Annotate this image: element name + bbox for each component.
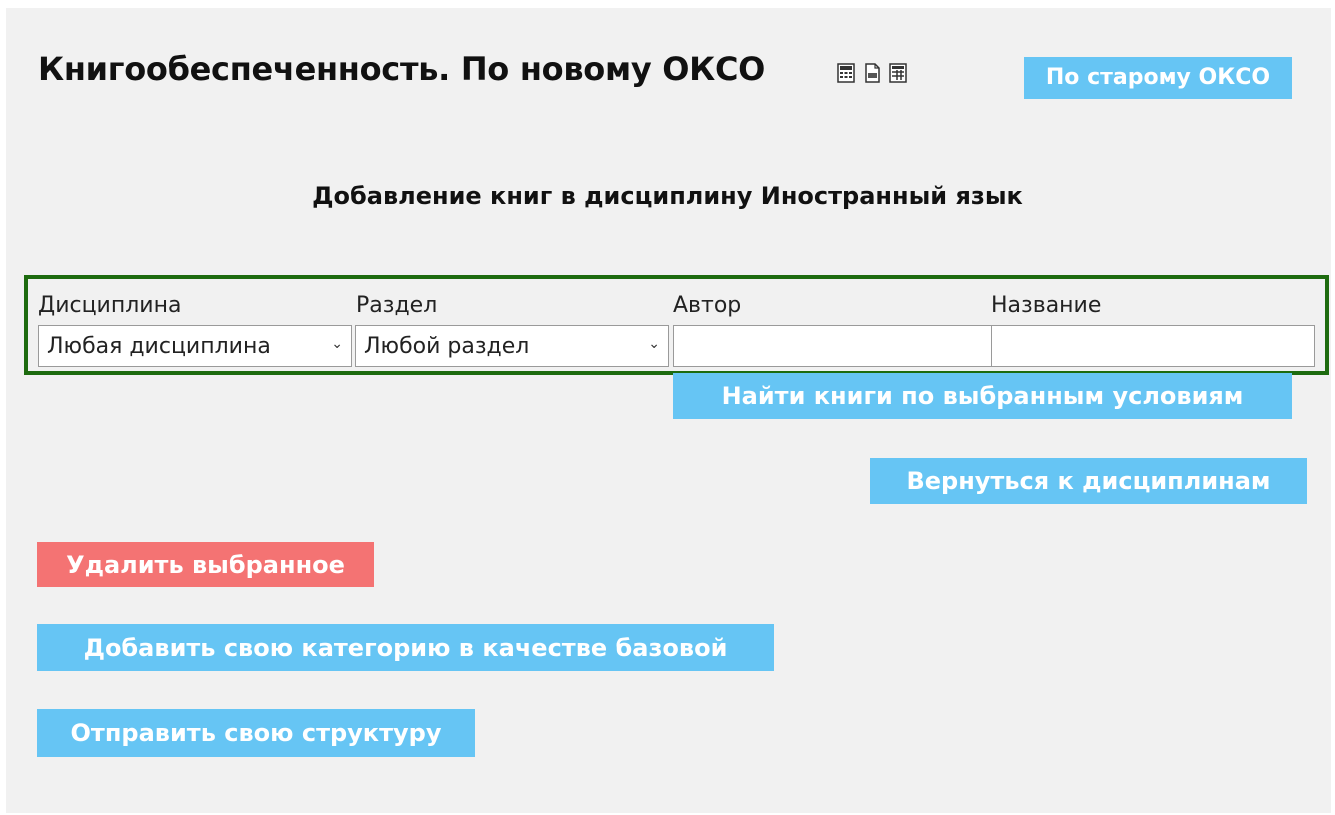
filter-form: Дисциплина Раздел Автор Название Любая д… — [24, 275, 1329, 375]
discipline-select-value: Любая дисциплина — [47, 333, 271, 359]
section-label: Раздел — [356, 293, 438, 318]
csv-file-icon[interactable] — [862, 62, 882, 84]
export-icons — [836, 62, 908, 84]
chevron-down-icon: ⌄ — [331, 336, 343, 352]
delete-selected-button[interactable]: Удалить выбранное — [37, 542, 374, 587]
find-books-button[interactable]: Найти книги по выбранным условиям — [673, 373, 1292, 419]
discipline-label: Дисциплина — [38, 293, 182, 318]
send-structure-button[interactable]: Отправить свою структуру — [37, 709, 475, 757]
section-select[interactable]: Любой раздел ⌄ — [355, 325, 669, 367]
name-input[interactable] — [991, 325, 1315, 367]
back-to-disciplines-button[interactable]: Вернуться к дисциплинам — [870, 458, 1307, 504]
calculator-icon[interactable] — [836, 62, 856, 84]
author-input[interactable] — [673, 325, 992, 367]
spreadsheet-icon[interactable] — [888, 62, 908, 84]
old-okso-button[interactable]: По старому ОКСО — [1024, 57, 1292, 99]
name-label: Название — [991, 293, 1102, 318]
discipline-select[interactable]: Любая дисциплина ⌄ — [38, 325, 352, 367]
subtitle: Добавление книг в дисциплину Иностранный… — [312, 182, 1023, 210]
chevron-down-icon: ⌄ — [648, 336, 660, 352]
author-label: Автор — [673, 293, 742, 318]
section-select-value: Любой раздел — [364, 333, 530, 359]
add-category-button[interactable]: Добавить свою категорию в качестве базов… — [37, 624, 774, 671]
page-title: Книгообеспеченность. По новому ОКСО — [38, 50, 766, 88]
